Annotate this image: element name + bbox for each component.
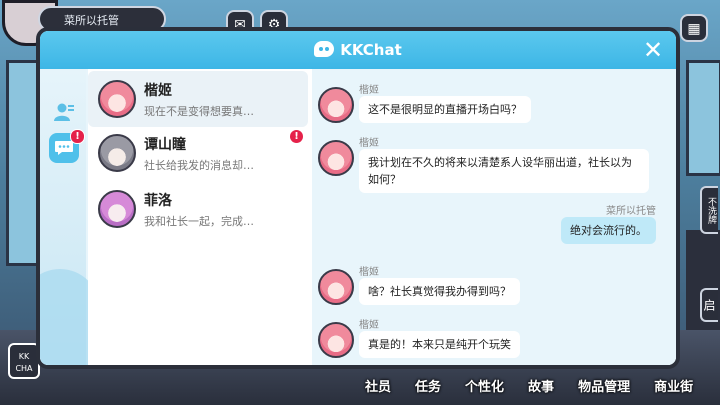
side-tab-label: 不洗牌 <box>706 196 716 224</box>
message-bubble: 绝对会流行的。 <box>561 217 656 244</box>
chat-alert-badge: ! <box>70 129 85 144</box>
message-sender: 楷姬 <box>359 138 379 149</box>
side-tab-start-label: 启 <box>702 299 716 311</box>
unread-badge: ! <box>290 130 303 143</box>
side-tab-start[interactable]: 启 <box>700 288 718 322</box>
pink-hair-avatar <box>318 140 354 176</box>
kkchat-title: KKChat <box>40 31 676 69</box>
gallery-icon[interactable]: ▦ <box>680 14 708 42</box>
message: 楷姬 啥？社长真觉得我办得到吗？ <box>312 263 676 313</box>
kkchat-window: KKChat ✕ ! 楷姬 现在不是变得想要真… 谭山瞳 社长给我发的消息却… … <box>36 27 680 369</box>
close-icon[interactable]: ✕ <box>640 37 666 63</box>
bottom-nav: 社员 任务 个性化 故事 物品管理 商业街 <box>355 372 703 402</box>
kkchat-body: ! 楷姬 现在不是变得想要真… 谭山瞳 社长给我发的消息却… ! 菲洛 我和社长… <box>40 69 676 365</box>
player-name: 菜所以托管 <box>64 14 119 27</box>
contacts-icon[interactable] <box>49 97 79 127</box>
kkchat-app-label: KK CHA <box>15 352 33 373</box>
message: 楷姬 我计划在不久的将来以清楚系人设华丽出道，社长以为如何？ <box>312 134 676 200</box>
conversation-name: 谭山瞳 <box>144 137 186 153</box>
conversation-preview: 社长给我发的消息却… <box>144 159 254 172</box>
message: 楷姬 真是的！本来只是纯开个玩笑 <box>312 316 676 365</box>
message-bubble: 啥？社长真觉得我办得到吗？ <box>359 278 520 305</box>
conversation-list: 楷姬 现在不是变得想要真… 谭山瞳 社长给我发的消息却… ! 菲洛 我和社长一起… <box>88 69 312 365</box>
kkchat-logo-icon <box>314 40 335 57</box>
nav-personalize[interactable]: 个性化 <box>455 372 514 402</box>
conversation-name: 菲洛 <box>144 193 172 209</box>
message-bubble: 这不是很明显的直播开场白吗？ <box>359 96 531 123</box>
message: 菜所以托管 绝对会流行的。 <box>312 202 676 252</box>
pink-hair-avatar <box>318 322 354 358</box>
grey-hair-avatar <box>98 134 136 172</box>
message-pane[interactable]: 楷姬 这不是很明显的直播开场白吗？ 楷姬 我计划在不久的将来以清楚系人设华丽出道… <box>312 69 676 365</box>
message: 楷姬 这不是很明显的直播开场白吗？ <box>312 81 676 131</box>
message-sender: 楷姬 <box>359 85 379 96</box>
kkchat-title-text: KKChat <box>340 41 402 59</box>
nav-tasks[interactable]: 任务 <box>405 372 451 402</box>
pink-hair-avatar <box>98 80 136 118</box>
conversation-preview: 现在不是变得想要真… <box>144 105 254 118</box>
kkchat-header: KKChat ✕ <box>40 31 676 69</box>
message-sender: 菜所以托管 <box>606 206 656 217</box>
conversation-item[interactable]: 菲洛 我和社长一起，完成… <box>88 181 308 237</box>
message-sender: 楷姬 <box>359 267 379 278</box>
conversation-preview: 我和社长一起，完成… <box>144 215 254 228</box>
pink-hair-avatar <box>318 87 354 123</box>
pink-hair-avatar <box>318 269 354 305</box>
conversation-item[interactable]: 谭山瞳 社长给我发的消息却… ! <box>88 125 308 181</box>
message-sender: 楷姬 <box>359 320 379 331</box>
conversation-item[interactable]: 楷姬 现在不是变得想要真… <box>88 71 308 127</box>
side-tab[interactable]: 不洗牌 <box>700 186 718 234</box>
nav-story[interactable]: 故事 <box>518 372 564 402</box>
chat-bubble-icon[interactable]: ! <box>49 129 85 163</box>
nav-items[interactable]: 物品管理 <box>568 372 640 402</box>
nav-shop[interactable]: 商业街 <box>644 372 703 402</box>
message-bubble: 真是的！本来只是纯开个玩笑 <box>359 331 520 358</box>
kkchat-rail: ! <box>40 69 100 365</box>
nav-members[interactable]: 社员 <box>355 372 401 402</box>
purple-hair-avatar <box>98 190 136 228</box>
conversation-name: 楷姬 <box>144 83 172 99</box>
message-bubble: 我计划在不久的将来以清楚系人设华丽出道，社长以为如何？ <box>359 149 649 193</box>
background-window <box>686 60 720 176</box>
